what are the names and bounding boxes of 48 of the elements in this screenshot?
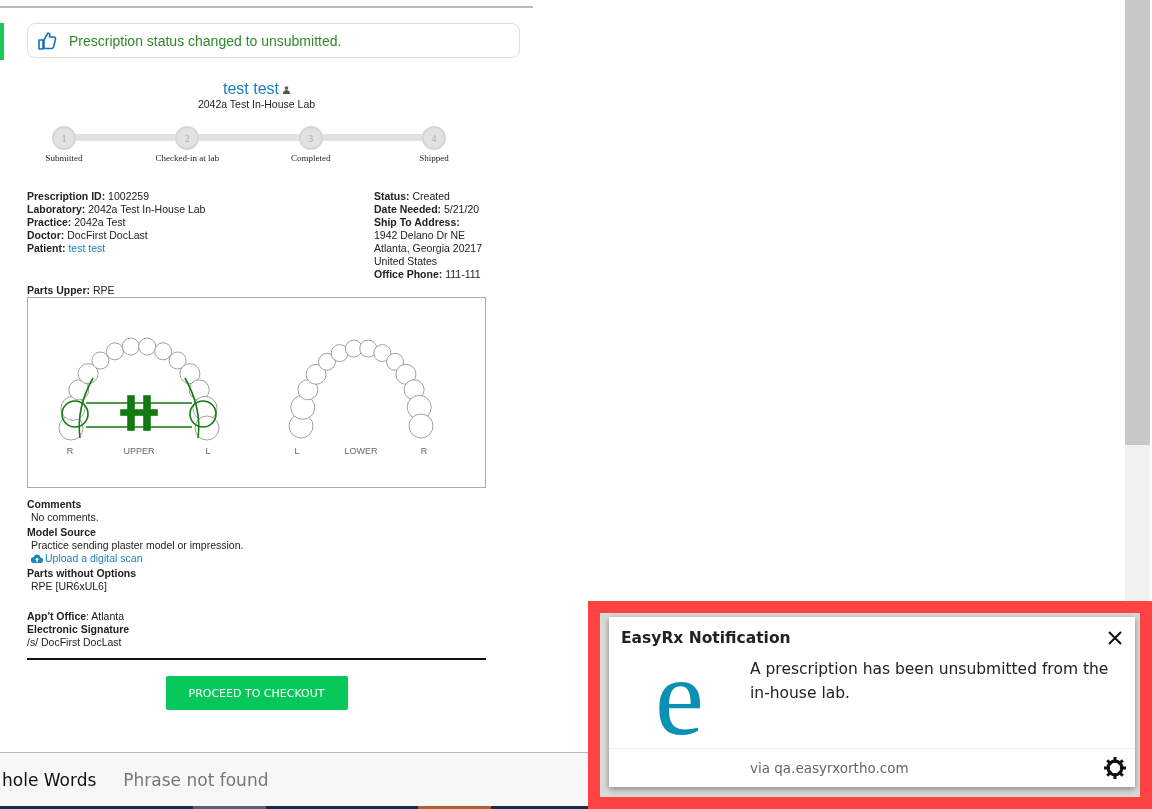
parts-text: RPE [UR6xUL6] — [30, 580, 108, 593]
detail-heading: Ship To Address: — [374, 216, 461, 229]
model-source-text: Practice sending plaster model or impression. — [30, 539, 245, 552]
section-heading: Parts without Options — [27, 567, 138, 580]
comment-text: No comments. — [30, 511, 100, 524]
step-label: Completed — [290, 153, 331, 163]
find-status: Phrase not found — [123, 769, 269, 790]
logo: e — [655, 647, 704, 749]
detail-line: Laboratory: 2042a Test In-House Lab — [27, 203, 207, 216]
arch-label: UPPER — [123, 446, 155, 456]
patient-name[interactable]: test test — [223, 80, 279, 98]
arch-label: R — [420, 446, 428, 456]
section-heading: Model Source — [27, 526, 97, 539]
arch-label: R — [66, 446, 74, 456]
lab-name: 2042a Test In-House Lab — [197, 98, 316, 110]
step-label: Checked-in at lab — [155, 153, 220, 163]
step-label: Shipped — [419, 153, 449, 163]
arch-label: L — [294, 446, 300, 456]
cloud-upload-icon — [31, 554, 43, 563]
notification-source: via qa.easyrxortho.com — [750, 760, 909, 777]
close-icon[interactable] — [1107, 630, 1123, 646]
detail-line: Doctor: DocFirst DocLast — [27, 229, 149, 242]
detail-line: Date Needed: 5/21/20 — [374, 203, 481, 216]
section-heading: Comments — [27, 498, 83, 511]
upload-link[interactable]: Upload a digital scan — [45, 552, 143, 565]
detail-line: Office Phone: 111-111 — [374, 268, 482, 281]
whole-words-option[interactable]: hole Words — [2, 769, 97, 790]
detail-line: Status: Created — [374, 190, 451, 203]
address-line: United States — [374, 255, 439, 268]
step-label: Submitted — [45, 153, 83, 163]
notification-title: EasyRx Notification — [621, 629, 791, 647]
section-heading: Electronic Signature — [27, 623, 131, 636]
office-line: App't Office: Atlanta — [27, 610, 126, 623]
settings-icon[interactable] — [1103, 756, 1127, 781]
person-icon — [283, 86, 290, 94]
detail-line: Patient: test test — [27, 242, 107, 255]
detail-line: Practice: 2042a Test — [27, 216, 127, 229]
signature-text: /s/ DocFirst DocLast — [27, 636, 123, 649]
arch-label: L — [205, 446, 211, 456]
scrollbar-thumb[interactable] — [1125, 0, 1150, 445]
address-line: 1942 Delano Dr NE — [374, 229, 467, 242]
parts-upper: Parts Upper: RPE — [27, 284, 116, 297]
detail-line: Prescription ID: 1002259 — [27, 190, 150, 203]
arch-label: LOWER — [344, 446, 378, 456]
alert-message: Prescription status changed to unsubmitted. — [69, 32, 342, 49]
address-line: Atlanta, Georgia 20217 — [374, 242, 483, 255]
notification-message: A prescription has been unsubmitted from the in-house lab. — [750, 659, 1110, 704]
thumbs-up-icon — [37, 30, 57, 51]
